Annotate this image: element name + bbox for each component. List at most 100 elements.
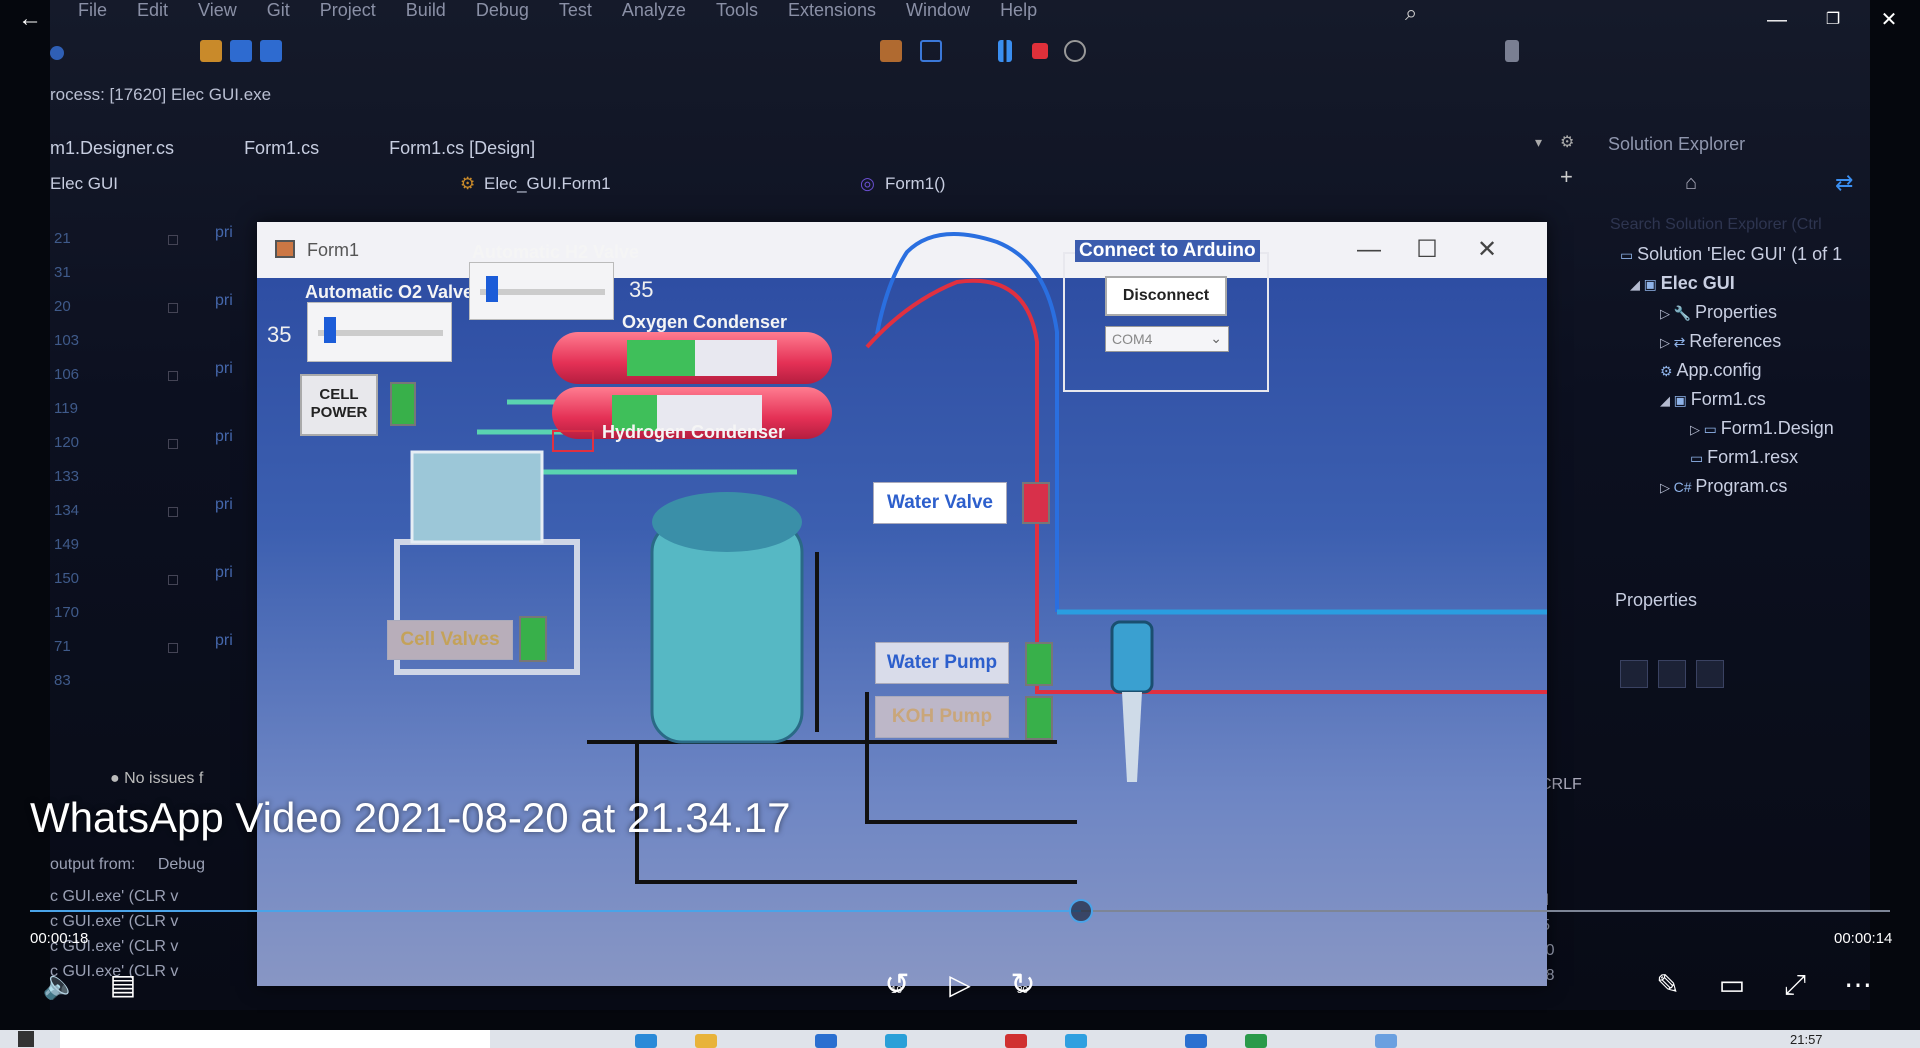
expand-arrow-icon[interactable]: ◢ bbox=[1660, 393, 1674, 408]
vs-menu-test[interactable]: Test bbox=[559, 0, 592, 20]
fold-toggle[interactable] bbox=[168, 643, 178, 653]
solution-tree-item[interactable]: ▷ C# Program.cs bbox=[1660, 476, 1787, 497]
seek-thumb[interactable] bbox=[1068, 899, 1093, 923]
h2-valve-value: 35 bbox=[629, 277, 654, 302]
line-number: 149 bbox=[54, 536, 80, 553]
fold-toggle[interactable] bbox=[168, 575, 178, 585]
fold-toggle[interactable] bbox=[168, 439, 178, 449]
app-icon-word[interactable] bbox=[1185, 1034, 1207, 1048]
vs-menu-help[interactable]: Help bbox=[1000, 0, 1037, 20]
vs-menu-build[interactable]: Build bbox=[406, 0, 446, 20]
solution-tree-item[interactable]: ▭ Solution 'Elec GUI' (1 of 1 bbox=[1620, 244, 1842, 265]
fold-toggle[interactable] bbox=[168, 235, 178, 245]
minimize-button[interactable]: — bbox=[1754, 0, 1800, 40]
water-pump-button[interactable]: Water Pump bbox=[875, 642, 1009, 684]
fullscreen-button[interactable]: ⤢ bbox=[1775, 965, 1815, 1005]
solution-tree-item[interactable]: ⚙ App.config bbox=[1660, 360, 1762, 381]
o2-valve-thumb[interactable] bbox=[323, 317, 336, 343]
vs-menu-tools[interactable]: Tools bbox=[716, 0, 758, 20]
h2-valve-trackbar[interactable] bbox=[469, 262, 614, 320]
cell-valves-button[interactable]: Cell Valves bbox=[387, 620, 513, 660]
vs-menu-view[interactable]: View bbox=[198, 0, 237, 20]
taskbar-search[interactable] bbox=[60, 1030, 490, 1048]
stop-icon bbox=[1032, 43, 1048, 59]
fold-toggle[interactable] bbox=[168, 371, 178, 381]
solution-tree-item[interactable]: ▷ ⇄ References bbox=[1660, 331, 1781, 352]
tab-designer-cs[interactable]: m1.Designer.cs bbox=[50, 138, 174, 159]
output-source[interactable]: Debug bbox=[158, 856, 205, 873]
close-button[interactable]: ✕ bbox=[1866, 0, 1912, 40]
property-pages-icon[interactable] bbox=[1696, 660, 1724, 688]
vs-menu-project[interactable]: Project bbox=[320, 0, 376, 20]
app-icon-teal[interactable] bbox=[885, 1034, 907, 1048]
expand-arrow-icon[interactable]: ▷ bbox=[1660, 480, 1674, 495]
windows-start-icon[interactable] bbox=[18, 1031, 34, 1047]
vs-menu-analyze[interactable]: Analyze bbox=[622, 0, 686, 20]
edge-icon[interactable] bbox=[635, 1034, 657, 1048]
oxygen-level-fill bbox=[627, 340, 695, 376]
vs-menu-debug[interactable]: Debug bbox=[476, 0, 529, 20]
o2-valve-trackbar[interactable] bbox=[307, 302, 452, 362]
cell-power-button[interactable]: CELL POWER bbox=[300, 374, 378, 436]
play-button[interactable]: ▷ bbox=[940, 965, 980, 1005]
cell-power-indicator bbox=[390, 382, 416, 426]
app-icon-blue[interactable] bbox=[815, 1034, 837, 1048]
solution-tree-item[interactable]: ▷ ▭ Form1.Design bbox=[1690, 418, 1834, 439]
settings-icon[interactable]: ⚙ bbox=[1560, 132, 1574, 152]
vs-menu-extensions[interactable]: Extensions bbox=[788, 0, 876, 20]
water-valve-button[interactable]: Water Valve bbox=[873, 482, 1007, 524]
more-button[interactable]: ⋯ bbox=[1838, 965, 1878, 1005]
explorer-icon[interactable] bbox=[695, 1034, 717, 1048]
skip-forward-button[interactable]: ↻ 30 bbox=[1003, 965, 1043, 1005]
pin-icon[interactable]: + bbox=[1560, 164, 1573, 190]
expand-arrow-icon[interactable]: ◢ bbox=[1630, 277, 1644, 292]
solution-tree-item[interactable]: ▷ 🔧 Properties bbox=[1660, 302, 1777, 323]
categorized-icon[interactable] bbox=[1620, 660, 1648, 688]
app-icon-excel[interactable] bbox=[1245, 1034, 1267, 1048]
expand-arrow-icon[interactable]: ▷ bbox=[1660, 335, 1674, 350]
remaining-time: 00:00:14 bbox=[1834, 930, 1893, 947]
mini-view-button[interactable]: ▭ bbox=[1712, 965, 1752, 1005]
solution-tree-item[interactable]: ◢ ▣ Form1.cs bbox=[1660, 389, 1766, 410]
expand-arrow-icon[interactable]: ▷ bbox=[1660, 306, 1674, 321]
solution-tree-label: References bbox=[1689, 331, 1782, 351]
disconnect-button[interactable]: Disconnect bbox=[1105, 276, 1227, 316]
alphabetical-icon[interactable] bbox=[1658, 660, 1686, 688]
solution-tree-item[interactable]: ◢ ▣ Elec GUI bbox=[1630, 273, 1735, 294]
sync-icon[interactable]: ⇄ bbox=[1835, 170, 1853, 196]
expand-arrow-icon[interactable]: ▷ bbox=[1690, 422, 1704, 437]
tab-form1-cs[interactable]: Form1.cs bbox=[244, 138, 319, 159]
com-port-select[interactable]: COM4 ⌄ bbox=[1105, 326, 1229, 352]
solution-tree-label: Form1.resx bbox=[1707, 447, 1799, 467]
volume-button[interactable]: 🔈 bbox=[40, 965, 80, 1005]
solution-tree-item[interactable]: ▭ Form1.resx bbox=[1690, 447, 1798, 468]
seek-bar[interactable] bbox=[30, 899, 1890, 923]
nav-class[interactable]: Elec_GUI.Form1 bbox=[484, 174, 611, 194]
solution-search-input[interactable]: Search Solution Explorer (Ctrl bbox=[1610, 216, 1822, 234]
vs-toolbar bbox=[50, 40, 1870, 70]
nav-member[interactable]: Form1() bbox=[885, 174, 945, 194]
restore-button[interactable]: ❐ bbox=[1810, 0, 1856, 40]
edit-button[interactable]: ✎ bbox=[1648, 965, 1688, 1005]
h2-valve-thumb[interactable] bbox=[485, 276, 498, 302]
back-button[interactable]: ← bbox=[10, 0, 50, 38]
app-icon-cyan[interactable] bbox=[1065, 1034, 1087, 1048]
vs-menu-file[interactable]: File bbox=[78, 0, 107, 20]
nav-project[interactable]: Elec GUI bbox=[50, 174, 118, 194]
vs-menu-edit[interactable]: Edit bbox=[137, 0, 168, 20]
vs-menu-bar: File Edit View Git Project Build Debug Test Anal… bbox=[78, 0, 1037, 20]
vs-menu-window[interactable]: Window bbox=[906, 0, 970, 20]
fold-toggle[interactable] bbox=[168, 507, 178, 517]
home-icon[interactable]: ⌂ bbox=[1685, 172, 1697, 195]
dropdown-icon[interactable]: ▾ bbox=[1535, 134, 1542, 151]
vs-menu-git[interactable]: Git bbox=[267, 0, 290, 20]
fold-toggle[interactable] bbox=[168, 303, 178, 313]
tab-form1-design[interactable]: Form1.cs [Design] bbox=[389, 138, 535, 159]
method-icon: ◎ bbox=[860, 174, 875, 193]
captions-button[interactable]: ▤ bbox=[103, 965, 143, 1005]
koh-pump-button[interactable]: KOH Pump bbox=[875, 696, 1009, 738]
app-icon-red[interactable] bbox=[1005, 1034, 1027, 1048]
app-icon-vs[interactable] bbox=[1375, 1034, 1397, 1048]
file-icon: ▭ bbox=[1620, 247, 1638, 263]
skip-back-button[interactable]: ↺ 10 bbox=[877, 965, 917, 1005]
